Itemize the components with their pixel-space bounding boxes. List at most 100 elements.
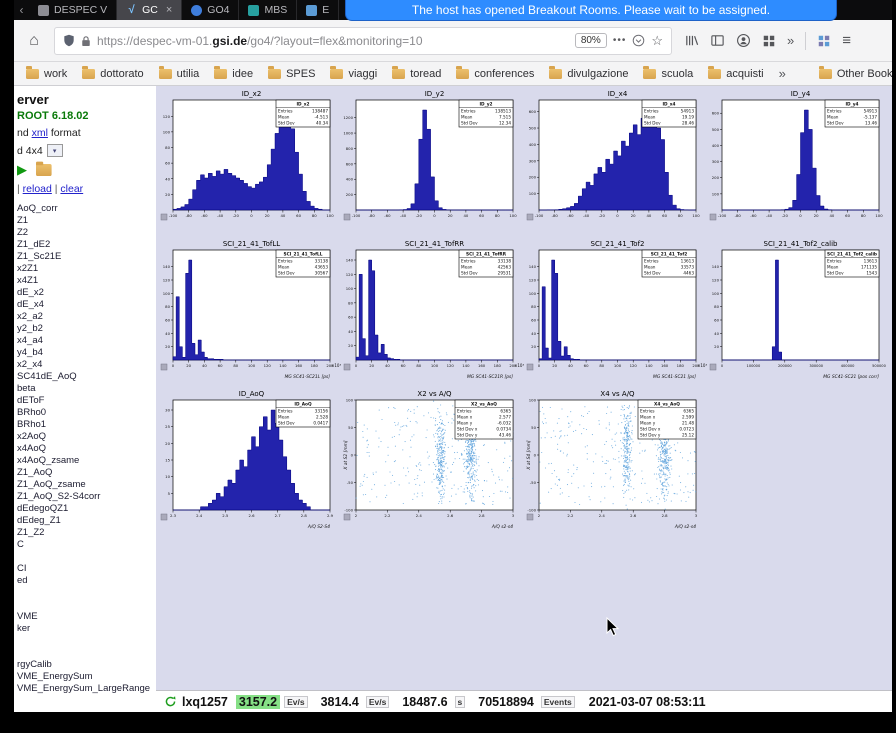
folder-icon [456,69,469,79]
plot-panel-x4-vs-a-q[interactable]: X4 vs A/Q-100-5005010022.22.42.62.83A/Q … [525,388,708,538]
bookmark-idee[interactable]: idee [214,68,253,80]
bookmark-conferences[interactable]: conferences [456,68,534,80]
bookmark-acquisti[interactable]: acquisti [708,68,763,80]
svg-text:20: 20 [165,192,170,197]
home-icon[interactable]: ⌂ [24,33,44,49]
bookmark-work[interactable]: work [26,68,67,80]
tree-item-Z1[interactable]: Z1 [17,215,156,227]
tree-item-ed[interactable]: ed [17,575,156,587]
tree-item-x2_x4[interactable]: x2_x4 [17,359,156,371]
svg-text:ID_x2: ID_x2 [296,102,309,108]
refresh-icon[interactable] [164,695,177,708]
tab-close-icon[interactable]: × [166,4,172,16]
tree-item-VME_EnergySum[interactable]: VME_EnergySum [17,671,156,683]
bookmark-dottorato[interactable]: dottorato [82,68,143,80]
layout-select[interactable]: ▾ [47,144,63,157]
bookmark-viaggi[interactable]: viaggi [330,68,377,80]
reload-link[interactable]: reload [23,183,52,195]
menu-icon[interactable]: ≡ [842,32,851,49]
tree-item-Z1_Sc21E[interactable]: Z1_Sc21E [17,251,156,263]
svg-text:10: 10 [165,474,170,479]
tree-item-dEdeg_Z1[interactable]: dEdeg_Z1 [17,515,156,527]
plot-panel-id-x4[interactable]: ID_x4100200300400500600-100-80-60-40-200… [525,88,708,238]
sidebar-toggle-icon[interactable] [710,33,725,48]
tree-item-x4Z1[interactable]: x4Z1 [17,275,156,287]
tab-e[interactable]: E [297,0,339,20]
tab-mbs[interactable]: MBS [239,0,297,20]
bookmark-divulgazione[interactable]: divulgazione [549,68,628,80]
plot-panel-id-aoq[interactable]: ID_AoQ510152025302.32.42.52.62.72.82.9A/… [159,388,342,538]
tree-item-BRho0[interactable]: BRho0 [17,407,156,419]
plot-panel-id-x2[interactable]: ID_x220406080100120-100-80-60-40-2002040… [159,88,342,238]
tree-item-BRho1[interactable]: BRho1 [17,419,156,431]
svg-text:300000: 300000 [809,364,823,368]
tree-item-x4AoQ[interactable]: x4AoQ [17,443,156,455]
tab-despec-v[interactable]: DESPEC V [29,0,117,20]
tree-item-dE_x2[interactable]: dE_x2 [17,287,156,299]
bookmarks-overflow-icon[interactable]: » [779,66,786,81]
tree-item-dEdegoQZ1[interactable]: dEdegoQZ1 [17,503,156,515]
tree-item-x4_a4[interactable]: x4_a4 [17,335,156,347]
tree-item-dEToF[interactable]: dEToF [17,395,156,407]
start-monitoring-icon[interactable]: ▶ [17,163,27,176]
plot-panel-sci-21-41-tofll[interactable]: SCI_21_41_TofLL2040608010012014002040608… [159,238,342,388]
tree-item-Z1_Z2[interactable]: Z1_Z2 [17,527,156,539]
zoom-indicator[interactable]: 80% [575,33,607,48]
svg-text:Std Dev y: Std Dev y [457,433,478,438]
plot-panel-x2-vs-a-q[interactable]: X2 vs A/Q-100-5005010022.22.42.62.83A/Q … [342,388,525,538]
plot-panel-sci-21-41-tof2[interactable]: SCI_21_41_Tof220406080100120140020406080… [525,238,708,388]
other-bookmarks[interactable]: Other Bookmarks [819,68,892,80]
overflow-chevron-icon[interactable]: » [787,33,794,48]
tree-item-Z1_AoQ[interactable]: Z1_AoQ [17,467,156,479]
tree-item-y2_b2[interactable]: y2_b2 [17,323,156,335]
account-icon[interactable] [736,33,751,48]
tree-item-VME[interactable]: VME [17,611,156,623]
extension-icon[interactable] [817,34,831,48]
tree-item-AoQ_corr[interactable]: AoQ_corr [17,203,156,215]
bookmark-toread[interactable]: toread [392,68,441,80]
tree-item-CI[interactable]: CI [17,563,156,575]
plot-panel-id-y4[interactable]: ID_y4100200300400500600-100-80-60-40-200… [708,88,891,238]
tab-go4[interactable]: GO4 [182,0,239,20]
open-folder-icon[interactable] [36,164,52,176]
tree-item-SC41dE_AoQ[interactable]: SC41dE_AoQ [17,371,156,383]
tree-item-dE_x4[interactable]: dE_x4 [17,299,156,311]
tree-item-y4_b4[interactable]: y4_b4 [17,347,156,359]
tab-scroll-left-icon[interactable]: ‹ [14,0,29,20]
lock-icon[interactable] [81,35,91,47]
bookmark-star-icon[interactable]: ☆ [651,34,663,47]
bookmark-scuola[interactable]: scuola [643,68,693,80]
tree-item-Z2[interactable]: Z2 [17,227,156,239]
page-actions-icon[interactable]: ••• [613,35,627,46]
library-icon[interactable] [684,33,699,48]
bookmark-utilia[interactable]: utilia [159,68,200,80]
plot-panel-sci-21-41-tofrr[interactable]: SCI_21_41_TofRR2040608010012014002040608… [342,238,525,388]
zoom-breakout-banner[interactable]: The host has opened Breakout Rooms. Plea… [345,0,837,21]
tree-item-x2Z1[interactable]: x2Z1 [17,263,156,275]
tree-item-C[interactable]: C [17,539,156,551]
tree-item-x2AoQ[interactable]: x2AoQ [17,431,156,443]
plot-panel-sci-21-41-tof2-calib[interactable]: SCI_21_41_Tof2_calib20406080100120140010… [708,238,891,388]
svg-text:500: 500 [712,127,720,132]
url-bar[interactable]: https://despec-vm-01.gsi.de/go4/?layout=… [54,27,672,55]
pocket-icon[interactable] [632,34,645,47]
tree-item-VME_EnergySum_LargeRange[interactable]: VME_EnergySum_LargeRange [17,683,156,695]
svg-text:140: 140 [163,264,171,269]
svg-text:-20: -20 [416,213,423,218]
tree-item-ker[interactable]: ker [17,623,156,635]
tab-gc[interactable]: √GC× [117,0,182,20]
clear-link[interactable]: clear [60,183,83,195]
bookmark-SPES[interactable]: SPES [268,68,315,80]
tree-item-x4AoQ_zsame[interactable]: x4AoQ_zsame [17,455,156,467]
xml-link[interactable]: xml [32,127,48,139]
tree-item-beta[interactable]: beta [17,383,156,395]
tree-item-Z1_AoQ_S2-S4corr[interactable]: Z1_AoQ_S2-S4corr [17,491,156,503]
tree-item-Z1_dE2[interactable]: Z1_dE2 [17,239,156,251]
grid-icon[interactable] [762,34,776,48]
nav-toolbar: ⌂ https://despec-vm-01.gsi.de/go4/?layou… [14,20,892,62]
plot-panel-id-y2[interactable]: ID_y220040060080010001200-100-80-60-40-2… [342,88,525,238]
tree-item-x2_a2[interactable]: x2_a2 [17,311,156,323]
shield-icon[interactable] [63,34,75,47]
tree-item-Z1_AoQ_zsame[interactable]: Z1_AoQ_zsame [17,479,156,491]
tree-item-rgyCalib[interactable]: rgyCalib [17,659,156,671]
